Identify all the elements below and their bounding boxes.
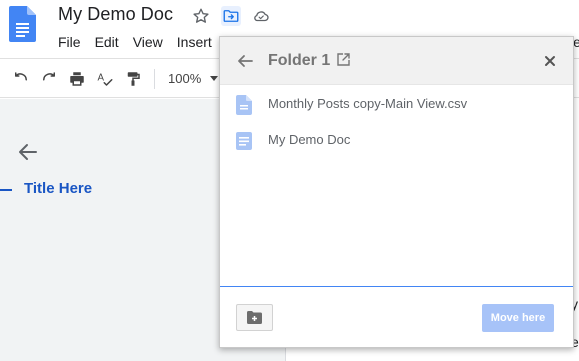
cloud-status-icon[interactable]: [251, 6, 271, 26]
menu-file[interactable]: File: [58, 34, 81, 50]
doc-file-icon: [236, 132, 252, 150]
back-arrow-icon[interactable]: [18, 143, 38, 161]
file-name: Monthly Posts copy-Main View.csv: [268, 96, 468, 111]
toolbar-divider: [154, 69, 155, 89]
docs-logo-icon[interactable]: [9, 6, 36, 42]
file-name: My Demo Doc: [268, 132, 351, 147]
file-item[interactable]: Monthly Posts copy-Main View.csv: [220, 89, 573, 119]
print-icon[interactable]: [66, 68, 88, 90]
zoom-select[interactable]: 100%: [168, 71, 201, 86]
paint-format-icon[interactable]: [122, 68, 144, 90]
spellcheck-icon[interactable]: A: [94, 68, 116, 90]
document-title[interactable]: My Demo Doc: [58, 4, 173, 25]
move-dialog: Folder 1 Monthly Posts copy-Main View.cs…: [219, 36, 574, 348]
menu-insert[interactable]: Insert: [177, 34, 212, 50]
close-icon[interactable]: [542, 53, 558, 69]
open-in-new-icon[interactable]: [337, 53, 350, 66]
redo-icon[interactable]: [38, 68, 60, 90]
back-arrow-icon[interactable]: [236, 52, 254, 70]
outline-marker: [0, 189, 12, 191]
undo-icon[interactable]: [10, 68, 32, 90]
document-icon: [236, 95, 252, 115]
star-icon[interactable]: [191, 6, 211, 26]
file-item[interactable]: My Demo Doc: [220, 125, 573, 155]
new-folder-icon: [247, 311, 262, 324]
outline-heading[interactable]: Title Here: [24, 180, 92, 197]
move-here-button[interactable]: Move here: [482, 304, 554, 332]
menu-edit[interactable]: Edit: [95, 34, 119, 50]
chevron-down-icon[interactable]: [210, 76, 218, 81]
move-folder-icon[interactable]: [221, 6, 241, 26]
svg-text:A: A: [98, 73, 105, 84]
menu-bar: File Edit View Insert: [58, 34, 226, 50]
folder-title: Folder 1: [268, 52, 331, 69]
dialog-divider: [220, 286, 573, 287]
move-dialog-header: Folder 1: [220, 37, 573, 85]
new-folder-button[interactable]: [236, 304, 273, 331]
menu-view[interactable]: View: [133, 34, 163, 50]
